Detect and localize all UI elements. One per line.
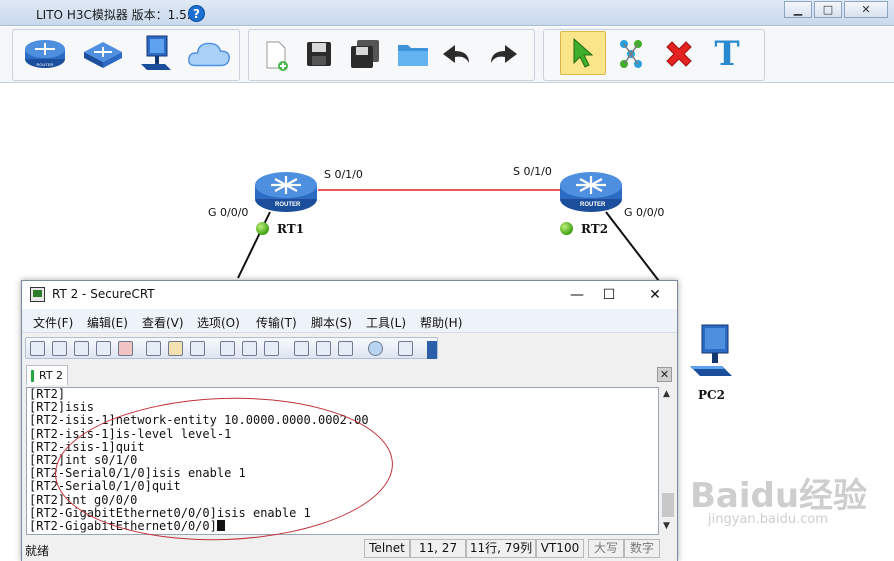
tab-rt2[interactable]: RT 2: [26, 365, 68, 385]
open-folder-icon[interactable]: [390, 35, 436, 73]
print-icon[interactable]: [220, 341, 235, 356]
find-icon[interactable]: [190, 341, 205, 356]
rt1-g-interface: G 0/0/0: [208, 206, 249, 219]
session-options-icon[interactable]: [294, 341, 309, 356]
scroll-down-arrow-icon[interactable]: ▼: [663, 521, 670, 531]
menu-file[interactable]: 文件(F): [33, 314, 73, 331]
reconnect-icon[interactable]: [96, 341, 111, 356]
paste-icon[interactable]: [168, 341, 183, 356]
cloud-icon[interactable]: [186, 35, 232, 73]
copy-icon[interactable]: [146, 341, 161, 356]
securecrt-toolbar: [25, 337, 438, 359]
keymap-icon[interactable]: [338, 341, 353, 356]
rt1-status-dot: [256, 222, 269, 235]
tab-close-button[interactable]: ✕: [657, 367, 672, 382]
help-tool-icon[interactable]: [368, 341, 383, 356]
pc-icon[interactable]: [134, 35, 180, 73]
menu-tools[interactable]: 工具(L): [366, 314, 406, 331]
disconnect-icon[interactable]: [118, 341, 133, 356]
quick-connect-icon[interactable]: [52, 341, 67, 356]
router-icon[interactable]: ROUTER: [22, 35, 68, 73]
session-status-icon: [31, 370, 34, 382]
router-rt2[interactable]: ROUTER: [558, 165, 624, 215]
save-as-icon[interactable]: [342, 35, 388, 73]
session-tabbar: RT 2 ✕: [22, 364, 677, 386]
main-toolbar: ROUTER T: [0, 27, 894, 83]
status-cursor-pos: 11, 27: [410, 539, 466, 558]
pc2-label: PC2: [698, 388, 725, 402]
close-button[interactable]: ✕: [844, 1, 888, 18]
crt-maximize-button[interactable]: ☐: [594, 284, 624, 306]
status-terminal: VT100: [536, 539, 584, 558]
router-badge: ROUTER: [275, 202, 301, 208]
rt2-s-interface: S 0/1/0: [513, 165, 552, 178]
securecrt-app-icon: [30, 287, 45, 302]
global-options-icon[interactable]: [316, 341, 331, 356]
rt1-s-interface: S 0/1/0: [324, 168, 363, 181]
print-selection-icon[interactable]: [242, 341, 257, 356]
connect-icon[interactable]: [608, 35, 654, 73]
status-num: 数字: [624, 539, 660, 558]
select-pointer-icon[interactable]: [560, 31, 606, 75]
menu-view[interactable]: 查看(V): [142, 314, 184, 331]
minimize-button[interactable]: ▁: [784, 1, 812, 18]
rt2-label: RT2: [581, 222, 609, 236]
menu-transfer[interactable]: 传输(T): [256, 314, 297, 331]
watermark-url: jingyan.baidu.com: [708, 512, 828, 527]
redo-icon[interactable]: [480, 35, 526, 73]
menu-help[interactable]: 帮助(H): [420, 314, 462, 331]
securecrt-statusbar: 就绪 Telnet 11, 27 11行, 79列 VT100 大写 数字: [22, 537, 677, 561]
scroll-thumb[interactable]: [662, 493, 674, 517]
maximize-button[interactable]: □: [814, 1, 842, 18]
save-icon[interactable]: [296, 35, 342, 73]
printer-setup-icon[interactable]: [264, 341, 279, 356]
baidu-watermark: Baidu经验: [690, 476, 868, 516]
pc2-device[interactable]: [686, 322, 738, 380]
delete-icon[interactable]: [656, 35, 702, 73]
app-titlebar: LITO H3C模拟器 版本：1.5.2 ? ▁ □ ✕: [0, 0, 894, 26]
switch-icon[interactable]: [80, 35, 126, 73]
status-protocol: Telnet: [364, 539, 410, 558]
securecrt-titlebar: RT 2 - SecureCRT — ☐ ✕: [22, 281, 677, 309]
rt2-status-dot: [560, 222, 573, 235]
session-tab-icon[interactable]: [74, 341, 89, 356]
window-controls: ▁ □ ✕: [784, 1, 888, 18]
status-rows-cols: 11行, 79列: [466, 539, 536, 558]
new-file-icon[interactable]: [252, 35, 298, 73]
svg-text:ROUTER: ROUTER: [37, 62, 54, 67]
rt1-label: RT1: [277, 222, 305, 236]
connect-tool-icon[interactable]: [30, 341, 45, 356]
router-rt1[interactable]: ROUTER: [253, 165, 319, 215]
help-icon[interactable]: ?: [188, 5, 205, 22]
securecrt-menubar: 文件(F) 编辑(E) 查看(V) 选项(O) 传输(T) 脚本(S) 工具(L…: [22, 309, 677, 333]
undo-icon[interactable]: [434, 35, 480, 73]
tab-label: RT 2: [39, 369, 64, 382]
menu-script[interactable]: 脚本(S): [311, 314, 352, 331]
menu-options[interactable]: 选项(O): [197, 314, 240, 331]
scroll-up-arrow-icon[interactable]: ▲: [663, 389, 670, 399]
securecrt-title: RT 2 - SecureCRT: [52, 287, 155, 301]
status-ready: 就绪: [25, 544, 50, 558]
status-caps: 大写: [588, 539, 624, 558]
sftp-icon[interactable]: [398, 341, 413, 356]
terminal-line: [RT2]: [29, 387, 66, 401]
crt-close-button[interactable]: ✕: [640, 284, 670, 306]
router-badge: ROUTER: [580, 202, 606, 208]
terminal-scrollbar[interactable]: ▲ ▼: [660, 387, 676, 535]
text-tool-glyph: T: [714, 34, 740, 74]
text-icon[interactable]: T: [704, 34, 750, 74]
app-title: LITO H3C模拟器 版本：1.5.2: [36, 8, 199, 22]
menu-edit[interactable]: 编辑(E): [87, 314, 128, 331]
rt2-g-interface: G 0/0/0: [624, 206, 665, 219]
crt-minimize-button[interactable]: —: [562, 284, 592, 306]
toolbar-overflow-icon[interactable]: [427, 341, 437, 359]
